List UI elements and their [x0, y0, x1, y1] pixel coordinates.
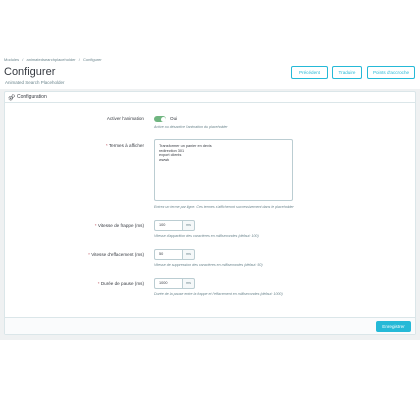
delete-speed-group: 50 ms [154, 249, 195, 260]
page-subtitle: Animated Search Placeholder [5, 80, 65, 85]
breadcrumb: Modules / animatedsearchplaceholder / Co… [4, 57, 104, 62]
typing-speed-unit: ms [183, 220, 195, 231]
translate-button[interactable]: Traduire [332, 66, 362, 79]
breadcrumb-item-current: Configurer [83, 57, 102, 62]
delete-speed-label-text: Vitesse d'effacement (ms) [91, 252, 144, 257]
toggle-knob [160, 116, 166, 122]
enable-help: Active ou désactive l'animation du place… [154, 125, 228, 129]
enable-toggle[interactable] [154, 116, 166, 122]
panel-title: Configuration [17, 94, 47, 100]
breadcrumb-separator: / [78, 57, 80, 62]
panel-heading: Configuration [5, 92, 415, 103]
terms-help: Entrez un terme par ligne. Ces termes s'… [154, 205, 294, 209]
pause-label-text: Durée de pause (ms) [100, 281, 144, 286]
pause-help: Durée de la pause entre la frappe et l'e… [154, 292, 283, 296]
pause-group: 1000 ms [154, 278, 195, 289]
pause-label: * Durée de pause (ms) [24, 281, 144, 286]
delete-speed-input[interactable]: 50 [154, 249, 183, 260]
terms-line: wwwk [159, 157, 170, 162]
typing-speed-label: * Vitesse de frappe (ms) [24, 223, 144, 228]
panel-footer: Enregistrer [5, 317, 415, 334]
breadcrumb-item-module[interactable]: animatedsearchplaceholder [27, 57, 76, 62]
terms-textarea[interactable]: Transformer un panier en devis redirecti… [154, 139, 293, 201]
gears-icon [8, 94, 15, 101]
terms-label: * Termes à afficher [24, 143, 144, 148]
enable-toggle-label: Oui [170, 116, 178, 121]
terms-label-text: Termes à afficher [108, 143, 144, 148]
pause-input[interactable]: 1000 [154, 278, 183, 289]
delete-speed-help: Vitesse de suppression des caractères en… [154, 263, 263, 267]
pause-unit: ms [183, 278, 195, 289]
typing-speed-label-text: Vitesse de frappe (ms) [97, 223, 144, 228]
page-title: Configurer [4, 66, 56, 78]
typing-speed-input[interactable]: 100 [154, 220, 183, 231]
save-button[interactable]: Enregistrer [376, 321, 411, 332]
delete-speed-label: * Vitesse d'effacement (ms) [24, 252, 144, 257]
breadcrumb-item-modules[interactable]: Modules [4, 57, 19, 62]
delete-speed-unit: ms [183, 249, 195, 260]
typing-speed-help: Vitesse d'apparition des caractères en m… [154, 234, 259, 238]
breadcrumb-separator: / [22, 57, 24, 62]
hooks-button[interactable]: Points d'accroche [367, 66, 415, 79]
back-button[interactable]: Précédent [291, 66, 328, 79]
typing-speed-group: 100 ms [154, 220, 195, 231]
enable-label: Activer l'animation [106, 116, 144, 121]
